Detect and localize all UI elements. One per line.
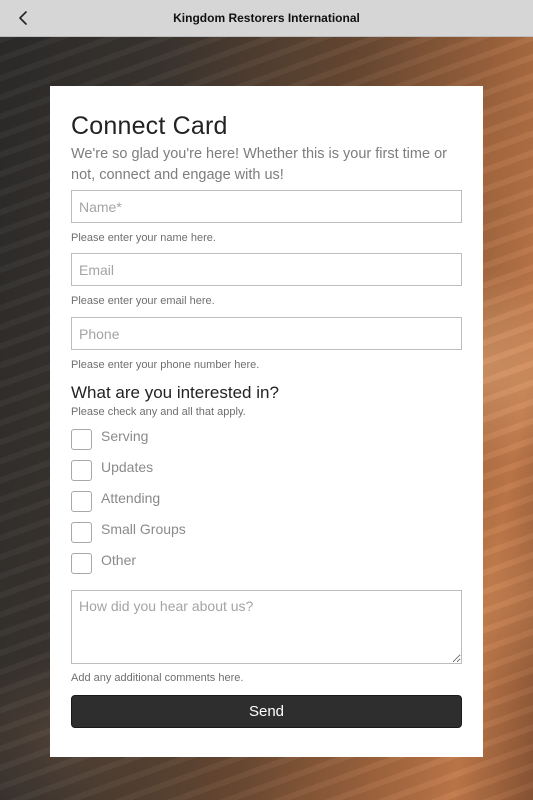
checkbox[interactable] (71, 521, 92, 543)
form-title: Connect Card (71, 112, 228, 140)
name-input[interactable] (71, 190, 462, 223)
checkbox[interactable] (71, 459, 92, 481)
interest-option-updates[interactable]: Updates (71, 458, 153, 482)
email-help-text: Please enter your email here. (71, 295, 215, 307)
checkbox[interactable] (71, 428, 92, 450)
comments-help-text: Add any additional comments here. (71, 672, 244, 684)
checkbox-label: Small Groups (101, 521, 186, 537)
interests-title: What are you interested in? (71, 383, 279, 402)
phone-input[interactable] (71, 317, 462, 350)
name-help-text: Please enter your name here. (71, 232, 216, 244)
interest-option-serving[interactable]: Serving (71, 427, 148, 451)
phone-help-text: Please enter your phone number here. (71, 359, 260, 371)
top-bar: Kingdom Restorers International (0, 0, 533, 37)
form-subtitle: We're so glad you're here! Whether this … (71, 146, 447, 183)
interest-option-small-groups[interactable]: Small Groups (71, 520, 186, 544)
checkbox-label: Attending (101, 490, 161, 506)
comments-textarea[interactable] (71, 590, 462, 664)
interest-option-other[interactable]: Other (71, 551, 136, 575)
interest-option-attending[interactable]: Attending (71, 489, 160, 513)
app-title: Kingdom Restorers International (173, 11, 360, 25)
checkbox[interactable] (71, 552, 92, 574)
checkbox-label: Serving (101, 428, 149, 444)
checkbox-label: Updates (101, 459, 154, 475)
interests-help-text: Please check any and all that apply. (71, 406, 246, 418)
checkbox-label: Other (101, 552, 137, 568)
email-input[interactable] (71, 253, 462, 286)
checkbox[interactable] (71, 490, 92, 512)
send-button[interactable]: Send (71, 695, 462, 728)
connect-card-form: Connect Card We're so glad you're here! … (50, 86, 483, 757)
